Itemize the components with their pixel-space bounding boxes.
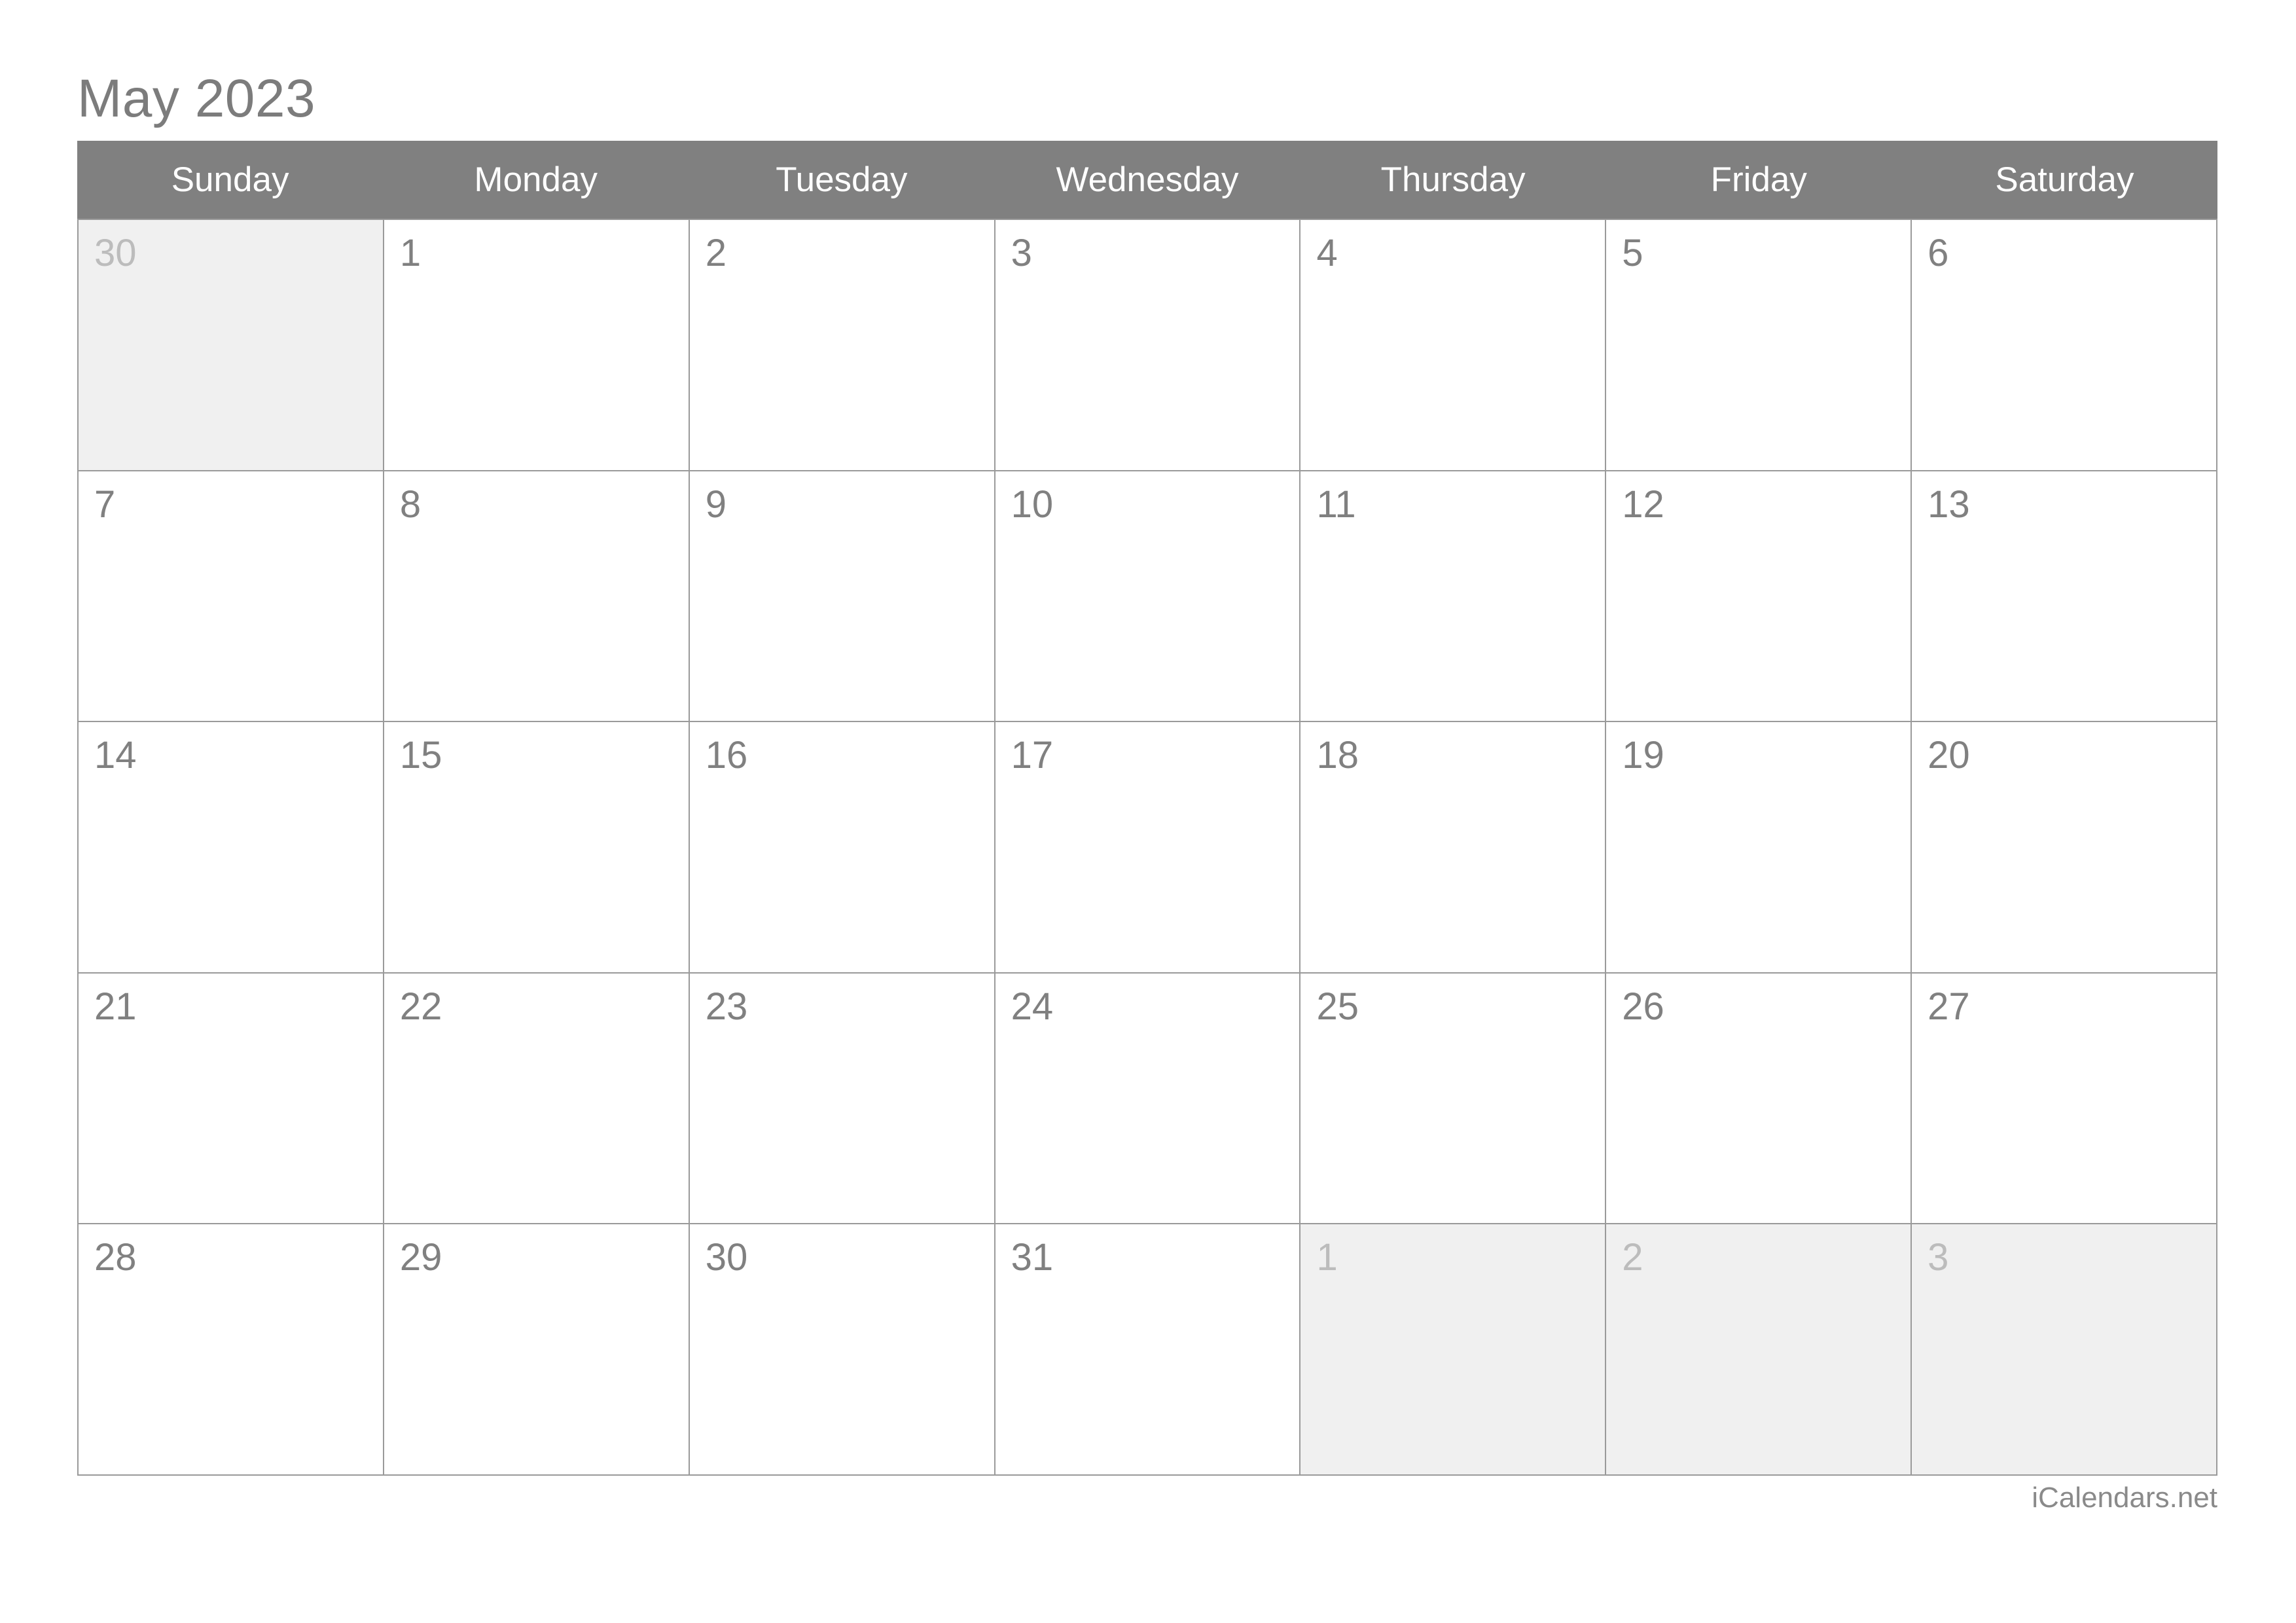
day-cell[interactable]: 1 (384, 220, 690, 471)
weekday-header-friday: Friday (1710, 160, 1807, 199)
day-number: 19 (1622, 734, 1664, 777)
day-cell[interactable]: 2 (689, 220, 996, 471)
day-number: 8 (399, 483, 422, 526)
day-number: 15 (399, 734, 442, 777)
day-number: 3 (1011, 232, 1032, 274)
week-row: 30 1 2 3 4 5 6 (79, 220, 2218, 471)
day-cell[interactable]: 4 (1300, 220, 1607, 471)
day-number: 17 (1011, 734, 1054, 777)
day-cell[interactable]: 14 (79, 722, 384, 974)
day-cell[interactable]: 22 (384, 973, 690, 1225)
day-number: 24 (1011, 985, 1054, 1028)
day-number: 3 (1928, 1236, 1949, 1279)
day-number: 30 (705, 1236, 748, 1279)
day-cell[interactable]: 31 (995, 1224, 1301, 1476)
day-number: 11 (1316, 483, 1356, 526)
day-number: 7 (94, 483, 116, 526)
day-cell[interactable]: 21 (79, 973, 384, 1225)
day-cell[interactable]: 29 (384, 1224, 690, 1476)
day-number: 20 (1928, 734, 1970, 777)
week-row: 28 29 30 31 1 2 3 (79, 1224, 2218, 1476)
day-cell[interactable]: 20 (1912, 722, 2218, 974)
week-row: 14 15 16 17 18 19 20 (79, 722, 2218, 974)
weekday-header-wednesday: Wednesday (1056, 160, 1239, 199)
day-cell[interactable]: 24 (995, 973, 1301, 1225)
day-number: 6 (1928, 232, 1949, 274)
day-number: 28 (94, 1236, 137, 1279)
weekday-header-monday: Monday (474, 160, 598, 199)
week-row: 21 22 23 24 25 26 27 (79, 973, 2218, 1225)
day-cell[interactable]: 23 (689, 973, 996, 1225)
weekday-header-row: Sunday Monday Tuesday Wednesday Thursday Frid… (77, 141, 2217, 219)
day-number: 5 (1622, 232, 1643, 274)
day-cell[interactable]: 27 (1912, 973, 2218, 1225)
day-cell[interactable]: 16 (689, 722, 996, 974)
day-cell[interactable]: 10 (995, 471, 1301, 723)
day-number: 18 (1316, 734, 1359, 777)
day-number: 21 (94, 985, 137, 1028)
day-cell[interactable]: 5 (1606, 220, 1912, 471)
site-watermark: iCalendars.net (2032, 1482, 2217, 1514)
day-cell[interactable]: 30 (689, 1224, 996, 1476)
day-number: 26 (1622, 985, 1664, 1028)
day-cell[interactable]: 1 (1300, 1224, 1607, 1476)
day-number: 27 (1928, 985, 1970, 1028)
day-cell[interactable]: 17 (995, 722, 1301, 974)
day-cell[interactable]: 30 (79, 220, 384, 471)
week-row: 7 8 9 10 11 12 13 (79, 471, 2218, 723)
calendar-weeks: 30 1 2 3 4 5 6 7 8 9 10 11 12 13 14 15 16 17 18 19 20 21 22 23 2… (77, 219, 2218, 1476)
day-number: 2 (705, 232, 726, 274)
day-number: 22 (399, 985, 442, 1028)
day-number: 13 (1928, 483, 1970, 526)
day-cell[interactable]: 7 (79, 471, 384, 723)
day-cell[interactable]: 2 (1606, 1224, 1912, 1476)
day-number: 29 (399, 1236, 442, 1279)
day-cell[interactable]: 9 (689, 471, 996, 723)
day-cell[interactable]: 13 (1912, 471, 2218, 723)
day-cell[interactable]: 3 (995, 220, 1301, 471)
weekday-header-saturday: Saturday (1995, 160, 2134, 199)
weekday-header-tuesday: Tuesday (776, 160, 908, 199)
day-number: 25 (1316, 985, 1359, 1028)
day-cell[interactable]: 8 (384, 471, 690, 723)
day-cell[interactable]: 3 (1912, 1224, 2218, 1476)
day-number: 9 (705, 483, 726, 526)
day-number: 1 (399, 232, 422, 274)
day-cell[interactable]: 6 (1912, 220, 2218, 471)
day-number: 14 (94, 734, 137, 777)
day-number: 30 (94, 232, 137, 274)
day-number: 12 (1622, 483, 1664, 526)
calendar-grid: Sunday Monday Tuesday Wednesday Thursday Frid… (77, 141, 2218, 1476)
day-number: 10 (1011, 483, 1054, 526)
page-title: May 2023 (77, 69, 316, 128)
weekday-header-sunday: Sunday (171, 160, 289, 199)
day-cell[interactable]: 12 (1606, 471, 1912, 723)
day-cell[interactable]: 25 (1300, 973, 1607, 1225)
day-cell[interactable]: 19 (1606, 722, 1912, 974)
day-number: 31 (1011, 1236, 1054, 1279)
day-cell[interactable]: 26 (1606, 973, 1912, 1225)
day-cell[interactable]: 15 (384, 722, 690, 974)
day-cell[interactable]: 18 (1300, 722, 1607, 974)
day-number: 16 (705, 734, 748, 777)
day-number: 23 (705, 985, 748, 1028)
day-number: 4 (1316, 232, 1338, 274)
day-number: 1 (1316, 1236, 1338, 1279)
day-number: 2 (1622, 1236, 1643, 1279)
calendar-page: May 2023 Sunday Monday Tuesday Wednesday Thu… (0, 0, 2296, 1623)
day-cell[interactable]: 11 (1300, 471, 1607, 723)
weekday-header-thursday: Thursday (1380, 160, 1526, 199)
day-cell[interactable]: 28 (79, 1224, 384, 1476)
